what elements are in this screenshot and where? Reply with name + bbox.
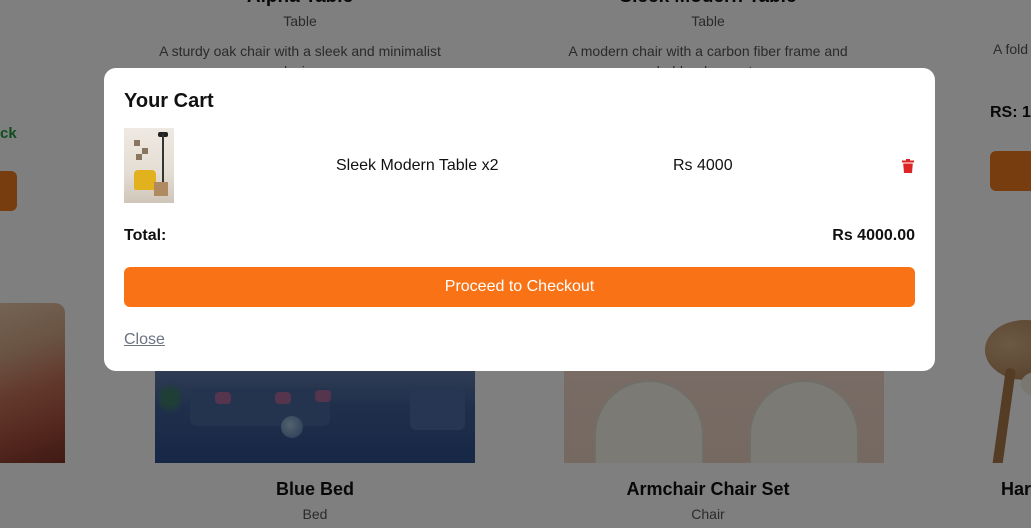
wall-frame xyxy=(136,154,142,160)
chair-shape xyxy=(134,170,156,190)
wall-frame xyxy=(142,148,148,154)
cart-total-row: Total: Rs 4000.00 xyxy=(124,227,915,247)
trash-icon[interactable] xyxy=(902,159,914,173)
cart-item: Sleek Modern Table x2 Rs 4000 xyxy=(124,128,915,203)
cart-item-name: Sleek Modern Table x2 xyxy=(336,157,499,174)
total-value: Rs 4000.00 xyxy=(832,227,915,244)
wall-frame xyxy=(134,140,140,146)
close-link[interactable]: Close xyxy=(124,331,165,349)
cart-item-price: Rs 4000 xyxy=(673,157,733,174)
proceed-to-checkout-button[interactable]: Proceed to Checkout xyxy=(124,267,915,307)
cart-title: Your Cart xyxy=(124,90,214,112)
side-table xyxy=(154,182,168,196)
total-label: Total: xyxy=(124,227,167,244)
cart-modal: Your Cart Sleek Modern Table x2 Rs 4000 … xyxy=(104,68,935,371)
cart-item-image xyxy=(124,128,174,203)
